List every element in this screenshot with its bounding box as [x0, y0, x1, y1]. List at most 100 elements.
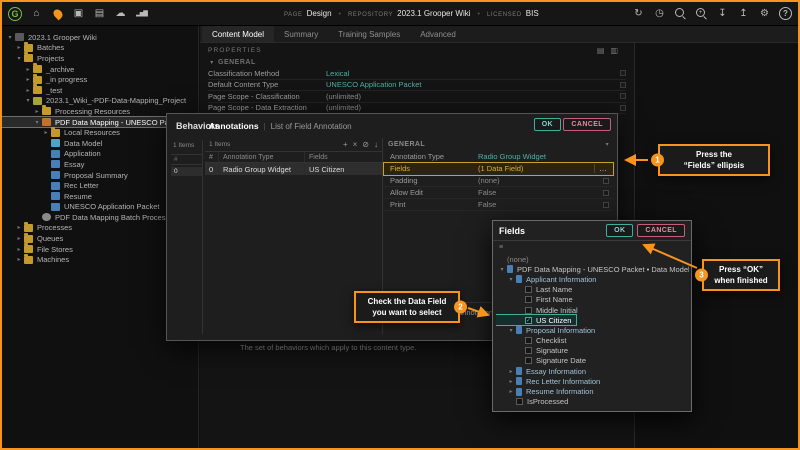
- checkbox[interactable]: [525, 357, 532, 364]
- fields-tree-item[interactable]: ▾PDF Data Mapping - UNESCO Packet • Data…: [496, 264, 689, 274]
- checkbox[interactable]: [525, 286, 532, 293]
- fields-tree-item[interactable]: First Name: [496, 295, 689, 305]
- repository-value[interactable]: 2023.1 Grooper Wiki: [397, 9, 470, 18]
- chevron-right-icon[interactable]: ▸: [24, 76, 32, 83]
- tree-item[interactable]: ▾2023.1_Wiki_-PDF-Data-Mapping_Project: [2, 96, 198, 107]
- reset-box[interactable]: [603, 190, 609, 196]
- reset-box[interactable]: [603, 178, 609, 184]
- chevron-right-icon[interactable]: ▸: [507, 368, 515, 375]
- fields-tree-item[interactable]: ▸Rec Letter Information: [496, 376, 689, 386]
- table-row[interactable]: 0 Radio Group Widget US Citizen: [205, 163, 382, 175]
- chevron-right-icon[interactable]: ▸: [15, 235, 23, 242]
- chevron-right-icon[interactable]: ▸: [507, 378, 515, 385]
- save-icon[interactable]: ▣: [72, 7, 85, 20]
- zoom-in-icon[interactable]: [695, 7, 708, 20]
- flame-icon[interactable]: [51, 7, 64, 20]
- chevron-down-icon[interactable]: ▾: [507, 327, 515, 334]
- remove-icon[interactable]: ×: [353, 140, 358, 149]
- chevron-right-icon[interactable]: ▸: [33, 108, 41, 115]
- checkbox[interactable]: [516, 398, 523, 405]
- list-item[interactable]: 0: [171, 167, 202, 176]
- checkbox[interactable]: ✓: [525, 317, 532, 324]
- chevron-down-icon[interactable]: ▾: [33, 119, 41, 126]
- download-icon[interactable]: ↧: [716, 7, 729, 20]
- fields-tree-item[interactable]: Checklist: [496, 336, 689, 346]
- ok-button[interactable]: OK: [606, 224, 633, 237]
- checkbox[interactable]: [525, 307, 532, 314]
- tree-item[interactable]: ▾Projects: [2, 53, 198, 64]
- chevron-right-icon[interactable]: ▸: [15, 44, 23, 51]
- delete-icon[interactable]: ⊘: [362, 140, 369, 149]
- page-value[interactable]: Design: [307, 9, 332, 18]
- column-header[interactable]: Annotation Type: [219, 152, 305, 162]
- property-row[interactable]: Padding(none): [384, 175, 613, 187]
- reset-box[interactable]: [620, 105, 626, 111]
- cancel-button[interactable]: CANCEL: [637, 224, 685, 237]
- grooper-logo[interactable]: G: [8, 7, 22, 21]
- tree-item[interactable]: ▸Batches: [2, 43, 198, 54]
- chevron-right-icon[interactable]: ▸: [15, 224, 23, 231]
- tree-item[interactable]: ▸_archive: [2, 64, 198, 75]
- collapse-all-icon[interactable]: ▥: [610, 46, 618, 55]
- property-row[interactable]: Allow EditFalse: [384, 187, 613, 199]
- tab-content-model[interactable]: Content Model: [202, 26, 274, 42]
- settings-icon[interactable]: ⚙: [758, 7, 771, 20]
- fields-tree-item[interactable]: Signature: [496, 346, 689, 356]
- fields-tree-item[interactable]: ✓US Citizen: [496, 315, 576, 325]
- fields-tree-item[interactable]: IsProcessed: [496, 397, 689, 407]
- fields-tree-item[interactable]: (none): [496, 254, 689, 264]
- chevron-down-icon[interactable]: ▾: [6, 34, 14, 41]
- tree-item[interactable]: ▾2023.1 Grooper Wiki: [2, 32, 198, 43]
- ok-button[interactable]: OK: [534, 118, 561, 131]
- storage-icon[interactable]: ▤: [93, 7, 106, 20]
- tab-training-samples[interactable]: Training Samples: [328, 26, 410, 42]
- chart-icon[interactable]: ▂▅▇: [135, 7, 148, 20]
- reset-box[interactable]: [620, 93, 626, 99]
- chevron-right-icon[interactable]: ▸: [42, 129, 50, 136]
- fields-tree-item[interactable]: ▾Proposal Information: [496, 325, 689, 335]
- chevron-down-icon[interactable]: ▾: [498, 266, 506, 273]
- chevron-right-icon[interactable]: ▸: [507, 388, 515, 395]
- general-section-header[interactable]: GENERAL ▾: [384, 138, 613, 151]
- chevron-down-icon[interactable]: ▾: [606, 141, 609, 148]
- upload-icon[interactable]: ↥: [737, 7, 750, 20]
- chevron-right-icon[interactable]: ▸: [24, 87, 32, 94]
- tree-item[interactable]: ▸_test: [2, 85, 198, 96]
- column-header[interactable]: #: [205, 152, 219, 162]
- reset-box[interactable]: [620, 70, 626, 76]
- fields-tree-item[interactable]: Signature Date: [496, 356, 689, 366]
- property-row[interactable]: Classification MethodLexical: [208, 68, 626, 80]
- refresh-icon[interactable]: ↻: [632, 7, 645, 20]
- chevron-right-icon[interactable]: ▸: [15, 256, 23, 263]
- tab-summary[interactable]: Summary: [274, 26, 328, 42]
- checkbox[interactable]: [525, 296, 532, 303]
- reset-box[interactable]: [620, 82, 626, 88]
- search-icon[interactable]: [674, 7, 687, 20]
- checkbox[interactable]: [525, 337, 532, 344]
- tree-item[interactable]: ▸_in progress: [2, 74, 198, 85]
- help-icon[interactable]: ?: [779, 7, 792, 20]
- tab-advanced[interactable]: Advanced: [410, 26, 466, 42]
- expand-all-icon[interactable]: ▤: [597, 46, 605, 55]
- property-row[interactable]: Page Scope - Classification(unlimited): [208, 91, 626, 103]
- history-icon[interactable]: ◷: [653, 7, 666, 20]
- home-icon[interactable]: ⌂: [30, 7, 43, 20]
- filter-icon[interactable]: ≡: [499, 244, 503, 251]
- fields-tree-item[interactable]: ▸Essay Information: [496, 366, 689, 376]
- add-icon[interactable]: +: [343, 140, 348, 149]
- property-row[interactable]: PrintFalse: [384, 199, 613, 211]
- ellipsis-button[interactable]: …: [594, 164, 611, 173]
- fields-tree-item[interactable]: ▾Applicant Information: [496, 274, 689, 284]
- property-row[interactable]: Fields(1 Data Field)…: [384, 163, 613, 175]
- property-row[interactable]: Annotation TypeRadio Group Widget: [384, 151, 613, 163]
- move-down-icon[interactable]: ↓: [374, 140, 378, 149]
- tree-item[interactable]: ▾PDF Data Mapping - UNESCO Packet: [2, 117, 188, 128]
- checkbox[interactable]: [525, 347, 532, 354]
- fields-tree-item[interactable]: Last Name: [496, 285, 689, 295]
- chevron-right-icon[interactable]: ▸: [24, 66, 32, 73]
- cancel-button[interactable]: CANCEL: [563, 118, 611, 131]
- chevron-down-icon[interactable]: ▾: [507, 276, 515, 283]
- chevron-down-icon[interactable]: ▾: [15, 55, 23, 62]
- cloud-icon[interactable]: ☁: [114, 7, 127, 20]
- fields-tree-item[interactable]: ▸Resume Information: [496, 386, 689, 396]
